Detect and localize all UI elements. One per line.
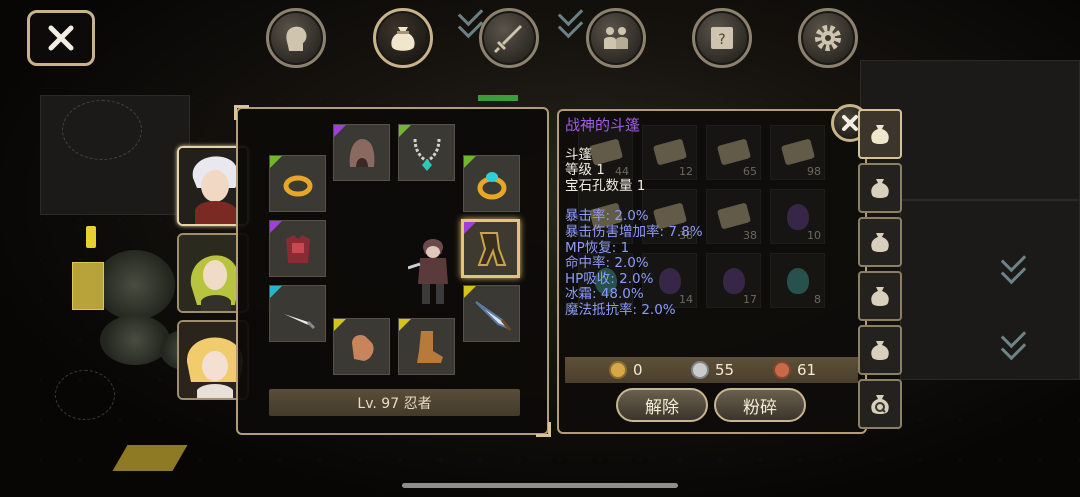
blade-icon: [474, 300, 511, 331]
rarity-marker: [464, 222, 476, 234]
item-type: 斗篷: [565, 146, 592, 163]
character-model: [408, 239, 448, 304]
rarity-marker: [399, 319, 411, 331]
necklace-icon: [413, 138, 440, 171]
waypoint-arrow: [1003, 252, 1021, 282]
sword-icon: [283, 313, 315, 329]
cobweb: [55, 370, 115, 420]
ring-left-slot[interactable]: [269, 155, 326, 212]
copper-value: 61: [797, 361, 817, 379]
npc-health-bar: [478, 95, 518, 101]
party-menu-button[interactable]: [586, 8, 646, 68]
item-gem-slots: 宝石孔数量 1: [565, 177, 646, 194]
smash-button[interactable]: 粉碎: [714, 388, 806, 422]
cloak-slot[interactable]: [461, 219, 520, 278]
close-icon: [48, 25, 74, 51]
head-icon: [286, 26, 307, 51]
hood-icon: [349, 138, 374, 167]
silver-value: 55: [715, 361, 735, 379]
bag-tab-1[interactable]: [858, 109, 902, 159]
rarity-marker: [270, 286, 282, 298]
armor-icon: [285, 234, 310, 263]
waypoint-arrow: [1003, 328, 1021, 358]
stat-line: MP恢复: 1: [565, 239, 630, 256]
ring-right-slot[interactable]: [463, 155, 520, 212]
rarity-marker: [464, 156, 476, 168]
character-menu-button[interactable]: [266, 8, 326, 68]
stat-line: 暴击率: 2.0%: [565, 208, 649, 225]
jewel-ring-icon: [477, 171, 506, 199]
stat-line: HP吸收: 2.0%: [565, 270, 654, 287]
quest-bag-icon: [871, 395, 889, 414]
close-button[interactable]: [27, 10, 95, 66]
gold-amount: 0: [609, 361, 643, 379]
people-icon: [604, 27, 628, 49]
svg-text:?: ?: [718, 32, 725, 48]
waypoint-arrow: [460, 6, 478, 36]
boots-slot[interactable]: [398, 318, 455, 375]
waypoint-arrow: [560, 6, 578, 36]
gloves-slot[interactable]: [333, 318, 390, 375]
stat-line: 暴击伤害增加率: 7.8%: [565, 223, 703, 240]
gear-icon: [815, 25, 841, 51]
currency-bar: 0 55 61: [565, 357, 858, 383]
rock-golem: [95, 250, 175, 320]
bag-icon: [871, 233, 889, 252]
glove-icon: [351, 334, 374, 361]
gold-value: 0: [633, 361, 643, 379]
copper-amount: 61: [773, 361, 816, 379]
bag-icon: [871, 179, 889, 198]
bag-tab-2[interactable]: [858, 163, 902, 213]
bag-tab-quest[interactable]: [858, 379, 902, 429]
quest-menu-button[interactable]: ?: [692, 8, 752, 68]
shrub: [100, 315, 170, 365]
bag-tab-5[interactable]: [858, 325, 902, 375]
weapon-left-slot[interactable]: [269, 285, 326, 342]
item-name: 战神的斗篷: [565, 116, 641, 134]
rarity-marker: [334, 125, 346, 137]
character-level: Lv. 97 忍者: [269, 389, 520, 416]
bag-icon: [871, 287, 889, 306]
gold-coin-icon: [609, 361, 627, 379]
unequip-button[interactable]: 解除: [616, 388, 708, 422]
settings-menu-button[interactable]: [798, 8, 858, 68]
dungeon-wall: [900, 200, 1080, 380]
ring-icon: [283, 175, 312, 196]
quest-marker-icon: [86, 226, 96, 248]
sword-icon: [494, 25, 522, 53]
bag-tab-4[interactable]: [858, 271, 902, 321]
bag-icon: [391, 27, 415, 51]
bag-icon: [871, 125, 889, 144]
golden-chair: [72, 262, 104, 310]
weapon-right-slot[interactable]: [463, 285, 520, 342]
armor-slot[interactable]: [269, 220, 326, 277]
helmet-slot[interactable]: [333, 124, 390, 181]
cloak-icon: [477, 231, 506, 266]
rarity-marker: [270, 156, 282, 168]
item-level: 等级 1: [565, 162, 605, 179]
rarity-marker: [399, 125, 411, 137]
skills-menu-button[interactable]: [479, 8, 539, 68]
boot-icon: [416, 330, 443, 363]
stat-line: 命中率: 2.0%: [565, 255, 649, 272]
rarity-marker: [464, 286, 476, 298]
cobweb: [62, 100, 142, 160]
home-indicator[interactable]: [402, 483, 678, 488]
item-tooltip: 战神的斗篷 斗篷 等级 1 宝石孔数量 1 暴击率: 2.0% 暴击伤害增加率:…: [565, 116, 850, 319]
silver-amount: 55: [691, 361, 734, 379]
rarity-marker: [334, 319, 346, 331]
bag-tab-3[interactable]: [858, 217, 902, 267]
stat-line: 冰霜: 48.0%: [565, 286, 644, 303]
necklace-slot[interactable]: [398, 124, 455, 181]
item-stats: 暴击率: 2.0% 暴击伤害增加率: 7.8% MP恢复: 1 命中率: 2.0…: [565, 209, 850, 318]
copper-coin-icon: [773, 361, 791, 379]
rarity-marker: [270, 221, 282, 233]
floor-rug: [112, 445, 188, 471]
scroll-icon: ?: [711, 27, 733, 49]
close-icon: [842, 115, 858, 131]
stat-line: 魔法抵抗率: 2.0%: [565, 301, 676, 318]
silver-coin-icon: [691, 361, 709, 379]
bag-icon: [871, 341, 889, 360]
bag-menu-button[interactable]: [373, 8, 433, 68]
